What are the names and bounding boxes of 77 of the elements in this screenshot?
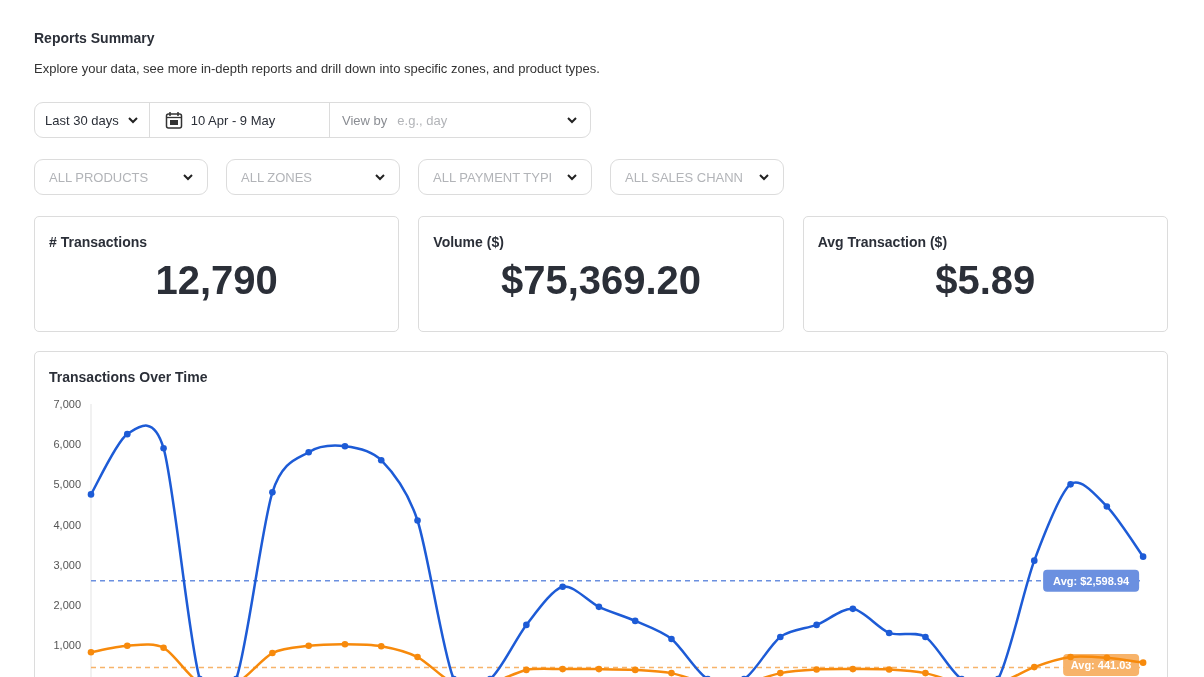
average-label: Avg: $2,598.94	[1043, 569, 1140, 592]
axis-tick-label: 7,000	[53, 398, 81, 410]
filter-dropdown[interactable]: ALL PAYMENT TYPI	[418, 159, 592, 195]
page-title: Reports Summary	[34, 30, 156, 46]
calendar-icon	[164, 111, 183, 129]
stat-label: Volume ($)	[433, 234, 504, 250]
axis-tick-label: 2,000	[53, 598, 81, 611]
ref-line-label: Avg: $2,598.94	[1053, 574, 1131, 587]
stat-value: $5.89	[935, 258, 1036, 303]
stat-value: 12,790	[155, 258, 278, 303]
data-point	[160, 444, 167, 452]
data-point	[922, 633, 929, 641]
stat-value: $75,369.20	[500, 258, 702, 303]
data-point	[523, 621, 530, 629]
data-point	[559, 665, 566, 673]
range-dropdown[interactable]: Last 30 days	[35, 103, 150, 137]
axis-tick-label: 1,000	[53, 639, 81, 651]
data-point	[414, 653, 421, 661]
data-point	[595, 603, 603, 611]
data-point	[269, 649, 276, 657]
data-point	[885, 629, 893, 637]
data-point	[813, 621, 820, 629]
data-point	[849, 605, 857, 613]
data-point	[885, 666, 893, 673]
filter-dropdown[interactable]: ALL ZONES	[226, 159, 400, 195]
data-point	[1139, 659, 1147, 666]
data-point	[341, 442, 349, 450]
date-range-field[interactable]: 10 Apr - 9 May	[149, 103, 331, 137]
data-point	[849, 665, 857, 673]
chevron-icon	[566, 173, 578, 181]
data-point	[668, 635, 675, 643]
data-point	[595, 665, 603, 673]
data-point	[1031, 663, 1038, 671]
chart-title: Transactions Over Time	[49, 369, 208, 385]
data-point	[813, 666, 820, 673]
chevron-icon	[566, 116, 578, 124]
data-point	[777, 633, 784, 641]
data-point	[1103, 654, 1111, 662]
data-point	[377, 456, 385, 464]
data-point	[559, 583, 566, 591]
data-point	[305, 448, 312, 456]
data-point	[777, 669, 784, 677]
filter-dropdown[interactable]: ALL PRODUCTS	[34, 159, 208, 195]
page-description: Explore your data, see more in-depth reports and drill down into specific zones, and product types.	[34, 61, 601, 76]
axis-tick-label: 3,000	[53, 558, 81, 571]
data-point	[124, 430, 131, 438]
data-point	[668, 669, 675, 677]
chevron-icon	[374, 173, 386, 181]
data-point	[341, 640, 349, 648]
axis-tick-label: 6,000	[53, 438, 81, 451]
ref-line-label: Avg: 441.03	[1070, 659, 1132, 671]
view-by-input[interactable]: e.g., day	[395, 111, 558, 129]
data-point	[160, 644, 167, 652]
axis-tick-label: 5,000	[53, 478, 81, 491]
data-point	[631, 617, 639, 625]
chevron-icon	[126, 116, 139, 124]
data-point	[377, 642, 385, 650]
data-point	[523, 666, 530, 674]
data-point	[1139, 553, 1147, 560]
data-point	[87, 491, 95, 498]
data-point	[124, 642, 131, 650]
filter-dropdown[interactable]: ALL SALES CHANN	[610, 159, 784, 195]
chevron-icon	[182, 173, 194, 181]
stat-label: Avg Transaction ($)	[817, 234, 948, 250]
data-point	[631, 666, 639, 674]
data-point	[1031, 557, 1038, 564]
data-point	[87, 648, 95, 656]
data-point	[1067, 653, 1074, 661]
chevron-icon	[758, 173, 770, 181]
data-point	[414, 517, 421, 524]
axis-tick-label: 4,000	[53, 518, 81, 531]
data-point	[305, 642, 312, 650]
data-point	[1067, 481, 1074, 488]
data-point	[922, 669, 929, 677]
data-point	[1103, 503, 1111, 510]
data-point	[269, 489, 276, 496]
stat-label: # Transactions	[49, 234, 148, 250]
